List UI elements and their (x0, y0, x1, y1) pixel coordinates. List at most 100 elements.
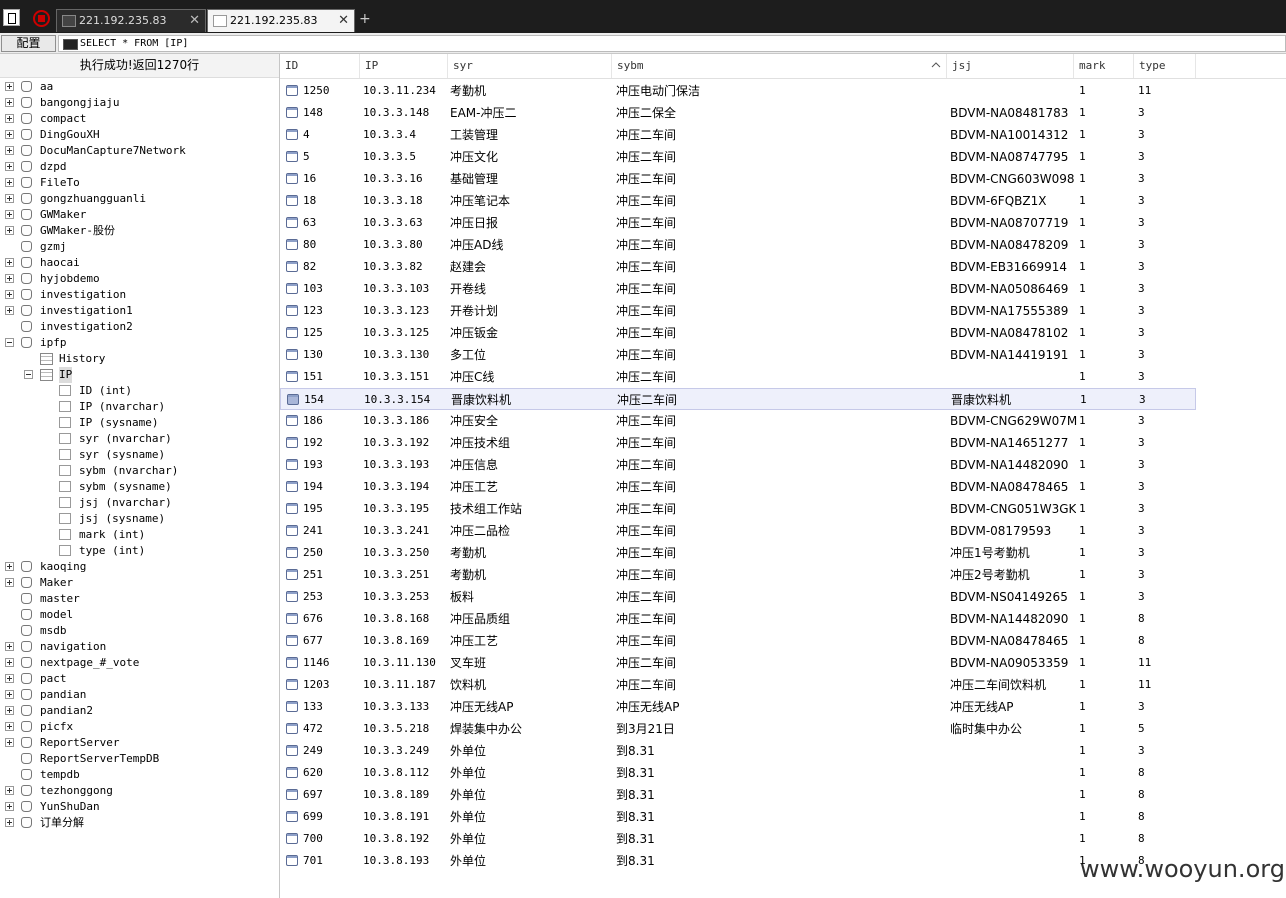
cell-type[interactable]: 8 (1138, 828, 1145, 850)
cell-ID[interactable]: 1203 (303, 674, 330, 696)
cell-mark[interactable]: 1 (1079, 476, 1086, 498)
table-row[interactable]: 18 10.3.3.18 冲压笔记本 冲压二车间 BDVM-6FQBZ1X 1 3 (280, 190, 1196, 212)
cell-jsj[interactable]: BDVM-EB31669914 (950, 256, 1067, 278)
cell-jsj[interactable]: BDVM-NA09053359 (950, 652, 1068, 674)
cell-jsj[interactable]: BDVM-NA05086469 (950, 278, 1068, 300)
cell-IP[interactable]: 10.3.8.189 (363, 784, 429, 806)
cell-sybm[interactable]: 冲压二车间 (617, 389, 677, 411)
cell-sybm[interactable]: 冲压二车间 (616, 454, 676, 476)
cell-ID[interactable]: 676 (303, 608, 323, 630)
cell-ID[interactable]: 82 (303, 256, 316, 278)
cell-sybm[interactable]: 冲压二车间 (616, 146, 676, 168)
tree-item-col[interactable]: type (int) (0, 543, 279, 559)
cell-IP[interactable]: 10.3.3.154 (364, 389, 430, 411)
cell-sybm[interactable]: 冲压二车间 (616, 608, 676, 630)
cell-jsj[interactable]: BDVM-NS04149265 (950, 586, 1068, 608)
tree-item-label[interactable]: DingGouXH (40, 127, 100, 143)
cell-IP[interactable]: 10.3.3.192 (363, 432, 429, 454)
tree-item-col[interactable]: jsj (nvarchar) (0, 495, 279, 511)
table-row[interactable]: 195 10.3.3.195 技术组工作站 冲压二车间 BDVM-CNG051W3GK 1… (280, 498, 1196, 520)
tree-item-col[interactable]: mark (int) (0, 527, 279, 543)
tree-item-label[interactable]: ReportServerTempDB (40, 751, 159, 767)
tree-item-label[interactable]: jsj (sysname) (79, 511, 165, 527)
tree-item-label[interactable]: investigation1 (40, 303, 133, 319)
tree-item-label[interactable]: compact (40, 111, 86, 127)
tree-item-label[interactable]: dzpd (40, 159, 67, 175)
expand-icon[interactable] (5, 258, 14, 267)
cell-mark[interactable]: 1 (1079, 146, 1086, 168)
cell-type[interactable]: 3 (1138, 498, 1145, 520)
table-row[interactable]: 677 10.3.8.169 冲压工艺 冲压二车间 BDVM-NA08478465 1 8 (280, 630, 1196, 652)
cell-sybm[interactable]: 到8.31 (616, 850, 655, 872)
cell-sybm[interactable]: 到8.31 (616, 784, 655, 806)
cell-syr[interactable]: 冲压工艺 (450, 476, 498, 498)
cell-mark[interactable]: 1 (1079, 828, 1086, 850)
cell-IP[interactable]: 10.3.3.103 (363, 278, 429, 300)
cell-jsj[interactable]: BDVM-CNG603W098 (950, 168, 1074, 190)
cell-mark[interactable]: 1 (1079, 366, 1086, 388)
cell-sybm[interactable]: 到8.31 (616, 740, 655, 762)
tree-item-db[interactable]: model (0, 607, 279, 623)
tree-item-db[interactable]: master (0, 591, 279, 607)
cell-IP[interactable]: 10.3.8.192 (363, 828, 429, 850)
cell-type[interactable]: 3 (1138, 322, 1145, 344)
cell-syr[interactable]: 考勤机 (450, 564, 486, 586)
cell-mark[interactable]: 1 (1079, 762, 1086, 784)
table-row[interactable]: 148 10.3.3.148 EAM-冲压二 冲压二保全 BDVM-NA08481783… (280, 102, 1196, 124)
expand-icon[interactable] (5, 290, 14, 299)
cell-mark[interactable]: 1 (1079, 410, 1086, 432)
tab-connection-2[interactable]: 221.192.235.83 ✕ (207, 9, 355, 32)
close-icon[interactable]: ✕ (189, 10, 200, 32)
column-header-sybm[interactable]: sybm (612, 54, 947, 78)
cell-IP[interactable]: 10.3.3.250 (363, 542, 429, 564)
cell-syr[interactable]: 外单位 (450, 784, 486, 806)
cell-type[interactable]: 3 (1138, 212, 1145, 234)
cell-type[interactable]: 11 (1138, 80, 1151, 102)
tree-item-label[interactable]: navigation (40, 639, 106, 655)
tree-item-db[interactable]: pact (0, 671, 279, 687)
cell-IP[interactable]: 10.3.8.168 (363, 608, 429, 630)
expand-icon[interactable] (5, 274, 14, 283)
tree-item-label[interactable]: hyjobdemo (40, 271, 100, 287)
table-row[interactable]: 123 10.3.3.123 开卷计划 冲压二车间 BDVM-NA17555389 1 3 (280, 300, 1196, 322)
cell-sybm[interactable]: 冲压二车间 (616, 278, 676, 300)
cell-sybm[interactable]: 冲压二车间 (616, 586, 676, 608)
table-row[interactable]: 192 10.3.3.192 冲压技术组 冲压二车间 BDVM-NA14651277 1 3 (280, 432, 1196, 454)
cell-sybm[interactable]: 冲压无线AP (616, 696, 679, 718)
expand-icon[interactable] (5, 738, 14, 747)
cell-type[interactable]: 8 (1138, 806, 1145, 828)
new-tab-button[interactable]: + (359, 11, 371, 27)
column-header-syr[interactable]: syr (448, 54, 612, 78)
tree-item-label[interactable]: tezhonggong (40, 783, 113, 799)
cell-sybm[interactable]: 冲压二车间 (616, 300, 676, 322)
cell-IP[interactable]: 10.3.3.82 (363, 256, 423, 278)
cell-IP[interactable]: 10.3.3.4 (363, 124, 416, 146)
cell-ID[interactable]: 700 (303, 828, 323, 850)
cell-mark[interactable]: 1 (1079, 586, 1086, 608)
query-input[interactable]: SELECT * FROM [IP] (58, 35, 1286, 52)
table-row[interactable]: 1146 10.3.11.130 叉车班 冲压二车间 BDVM-NA09053359 1 1… (280, 652, 1196, 674)
cell-type[interactable]: 3 (1138, 168, 1145, 190)
cell-type[interactable]: 3 (1138, 740, 1145, 762)
cell-syr[interactable]: 冲压日报 (450, 212, 498, 234)
expand-icon[interactable] (5, 226, 14, 235)
cell-sybm[interactable]: 冲压二车间 (616, 190, 676, 212)
cell-syr[interactable]: 冲压工艺 (450, 630, 498, 652)
cell-IP[interactable]: 10.3.3.133 (363, 696, 429, 718)
cell-syr[interactable]: 冲压二品检 (450, 520, 510, 542)
tree-item-db[interactable]: 订单分解 (0, 815, 279, 831)
tree-item-db[interactable]: investigation1 (0, 303, 279, 319)
cell-ID[interactable]: 16 (303, 168, 316, 190)
tree-item-db[interactable]: investigation2 (0, 319, 279, 335)
table-row[interactable]: 194 10.3.3.194 冲压工艺 冲压二车间 BDVM-NA08478465 1 3 (280, 476, 1196, 498)
cell-syr[interactable]: 外单位 (450, 828, 486, 850)
cell-jsj[interactable]: BDVM-NA17555389 (950, 300, 1068, 322)
tree-item-label[interactable]: GWMaker (40, 207, 86, 223)
cell-syr[interactable]: 开卷线 (450, 278, 486, 300)
cell-type[interactable]: 3 (1138, 432, 1145, 454)
expand-icon[interactable] (5, 658, 14, 667)
cell-jsj[interactable]: 冲压无线AP (950, 696, 1013, 718)
table-row[interactable]: 5 10.3.3.5 冲压文化 冲压二车间 BDVM-NA08747795 1 3 (280, 146, 1196, 168)
cell-mark[interactable]: 1 (1079, 344, 1086, 366)
cell-mark[interactable]: 1 (1079, 520, 1086, 542)
